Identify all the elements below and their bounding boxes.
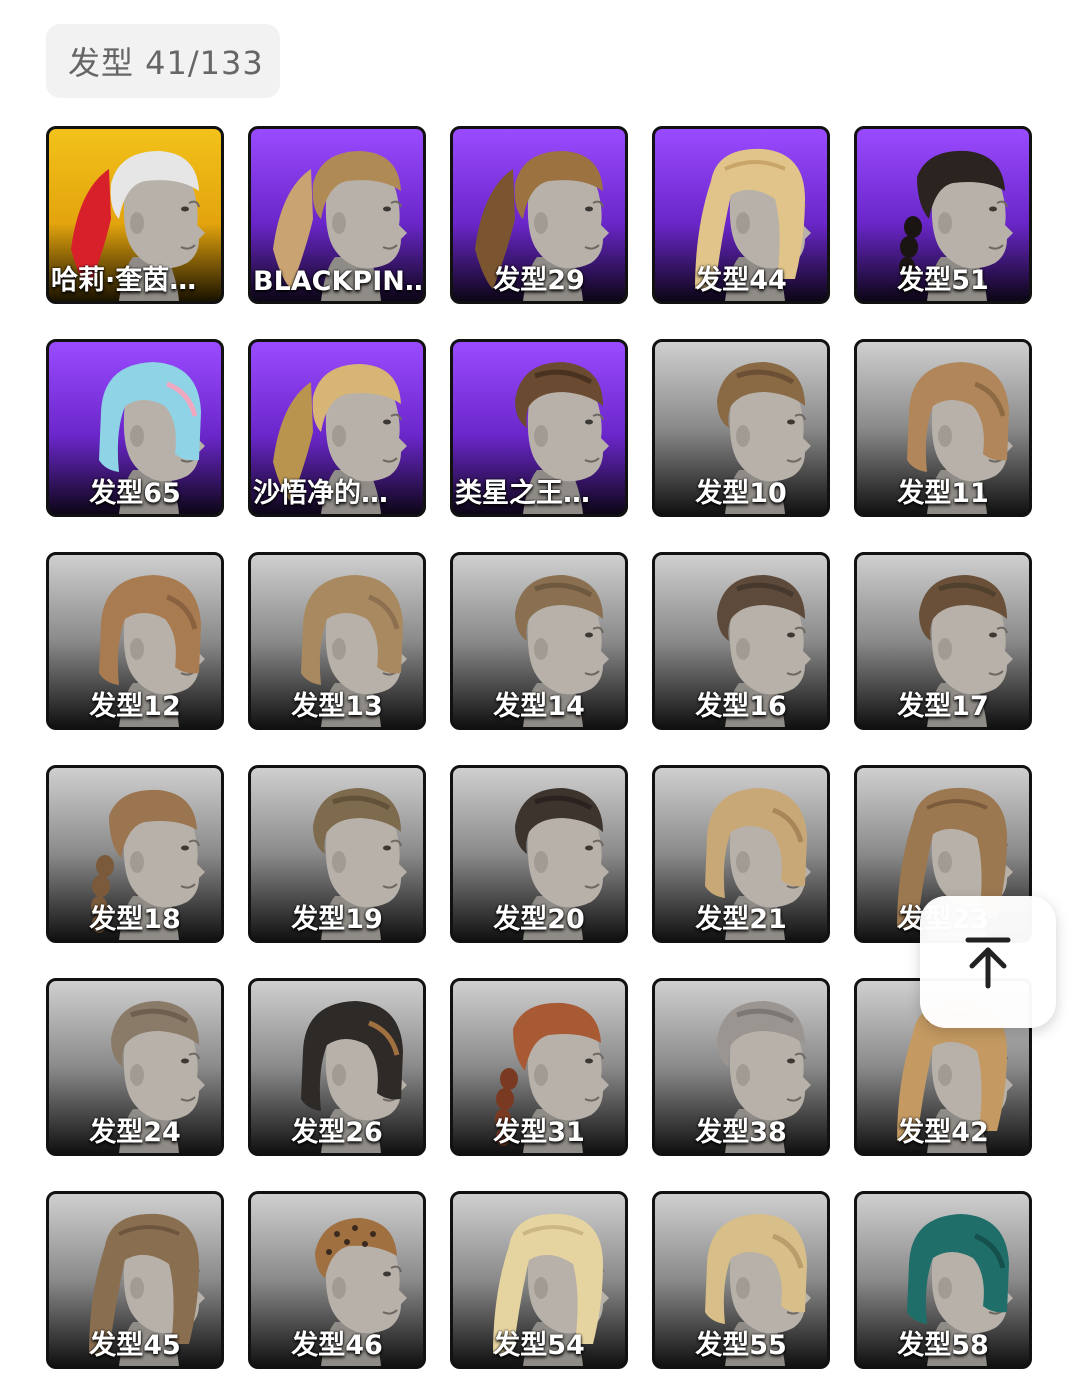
hairstyle-label: 发型14 [493,691,585,722]
hairstyle-label: 哈莉·奎茵… [51,265,197,296]
hairstyle-label: 发型44 [695,265,787,296]
hairstyle-label: 发型10 [695,478,787,509]
hairstyle-tile[interactable]: 发型18 [46,765,224,943]
hairstyle-label: 发型24 [89,1117,181,1148]
hairstyle-page: 发型 41/133 哈莉·奎茵… BLACKPIN… 发型29 发型44 发型5… [0,0,1080,1400]
hairstyle-tile[interactable]: BLACKPIN… [248,126,426,304]
hairstyle-label: 发型16 [695,691,787,722]
hairstyle-label: 沙悟净的… [253,478,388,509]
hairstyle-tile[interactable]: 发型14 [450,552,628,730]
hairstyle-label: 发型19 [291,904,383,935]
hairstyle-tile[interactable]: 发型55 [652,1191,830,1369]
back-to-top-button[interactable] [920,896,1056,1028]
hairstyle-tile[interactable]: 发型29 [450,126,628,304]
hairstyle-tile[interactable]: 发型20 [450,765,628,943]
hairstyle-tile[interactable]: 发型31 [450,978,628,1156]
hairstyle-tile[interactable]: 哈莉·奎茵… [46,126,224,304]
hairstyle-label: 发型42 [897,1117,989,1148]
hairstyle-label: 类星之王… [455,478,590,509]
hairstyle-label: 发型29 [493,265,585,296]
hairstyle-tile[interactable]: 发型10 [652,339,830,517]
hairstyle-tile[interactable]: 发型65 [46,339,224,517]
hairstyle-tile[interactable]: 发型21 [652,765,830,943]
hairstyle-tile[interactable]: 发型12 [46,552,224,730]
hairstyle-count-label: 发型 41/133 [68,44,264,82]
hairstyle-label: 发型20 [493,904,585,935]
hairstyle-tile[interactable]: 发型38 [652,978,830,1156]
hairstyle-label: 发型21 [695,904,787,935]
hairstyle-tile[interactable]: 沙悟净的… [248,339,426,517]
hairstyle-label: 发型45 [89,1330,181,1361]
hairstyle-label: 发型46 [291,1330,383,1361]
hairstyle-tile[interactable]: 发型51 [854,126,1032,304]
hairstyle-label: 发型38 [695,1117,787,1148]
hairstyle-tile[interactable]: 类星之王… [450,339,628,517]
hairstyle-grid: 哈莉·奎茵… BLACKPIN… 发型29 发型44 发型51 发型65 沙悟净… [46,126,1032,1369]
hairstyle-tile[interactable]: 发型16 [652,552,830,730]
hairstyle-tile[interactable]: 发型13 [248,552,426,730]
hairstyle-count-chip[interactable]: 发型 41/133 [46,24,280,98]
hairstyle-tile[interactable]: 发型11 [854,339,1032,517]
hairstyle-label: 发型65 [89,478,181,509]
hairstyle-label: 发型13 [291,691,383,722]
hairstyle-label: 发型58 [897,1330,989,1361]
hairstyle-label: 发型51 [897,265,989,296]
hairstyle-label: 发型17 [897,691,989,722]
hairstyle-tile[interactable]: 发型54 [450,1191,628,1369]
hairstyle-label: 发型26 [291,1117,383,1148]
hairstyle-tile[interactable]: 发型19 [248,765,426,943]
arrow-up-to-top-icon [965,937,1011,989]
hairstyle-tile[interactable]: 发型58 [854,1191,1032,1369]
hairstyle-tile[interactable]: 发型44 [652,126,830,304]
hairstyle-label: 发型54 [493,1330,585,1361]
hairstyle-tile[interactable]: 发型45 [46,1191,224,1369]
hairstyle-tile[interactable]: 发型24 [46,978,224,1156]
hairstyle-tile[interactable]: 发型17 [854,552,1032,730]
hairstyle-label: 发型31 [493,1117,585,1148]
hairstyle-label: 发型11 [897,478,989,509]
hairstyle-label: 发型55 [695,1330,787,1361]
hairstyle-label: BLACKPIN… [253,266,423,297]
hairstyle-label: 发型12 [89,691,181,722]
hairstyle-tile[interactable]: 发型26 [248,978,426,1156]
hairstyle-label: 发型18 [89,904,181,935]
hairstyle-tile[interactable]: 发型46 [248,1191,426,1369]
